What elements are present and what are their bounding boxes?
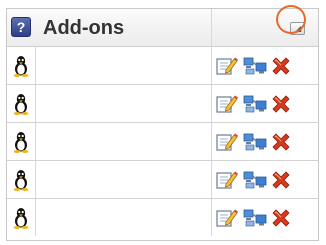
delete-icon[interactable]	[270, 131, 292, 153]
addon-name-cell	[36, 161, 211, 198]
delete-icon[interactable]	[270, 55, 292, 77]
network-icon[interactable]	[243, 170, 267, 190]
addons-panel: ? Add-ons ◢	[6, 8, 319, 241]
column-divider	[211, 9, 212, 47]
delete-icon[interactable]	[270, 93, 292, 115]
highlight-circle	[276, 5, 306, 34]
column-divider	[211, 85, 212, 122]
edit-icon[interactable]	[216, 208, 238, 228]
delete-icon[interactable]	[270, 169, 292, 191]
delete-icon[interactable]	[270, 207, 292, 229]
table-row	[7, 123, 318, 161]
network-icon[interactable]	[243, 132, 267, 152]
table-row	[7, 199, 318, 237]
column-divider	[211, 47, 212, 84]
linux-penguin-icon	[11, 131, 31, 153]
linux-penguin-icon	[11, 169, 31, 191]
addon-name-cell	[36, 47, 211, 84]
network-icon[interactable]	[243, 208, 267, 228]
edit-icon[interactable]	[216, 94, 238, 114]
addon-name-cell	[36, 123, 211, 160]
addon-name-cell	[36, 85, 211, 122]
help-icon[interactable]: ?	[11, 17, 31, 37]
column-divider	[211, 199, 212, 236]
linux-penguin-icon	[11, 93, 31, 115]
network-icon[interactable]	[243, 56, 267, 76]
table-row	[7, 47, 318, 85]
addon-name-cell	[36, 199, 211, 236]
column-divider	[211, 161, 212, 198]
network-icon[interactable]	[243, 94, 267, 114]
addons-header: ? Add-ons ◢	[7, 9, 318, 47]
linux-penguin-icon	[11, 55, 31, 77]
edit-icon[interactable]	[216, 56, 238, 76]
edit-icon[interactable]	[216, 132, 238, 152]
panel-title: Add-ons	[43, 17, 125, 39]
column-divider	[211, 123, 212, 160]
table-row	[7, 161, 318, 199]
linux-penguin-icon	[11, 207, 31, 229]
table-row	[7, 85, 318, 123]
edit-icon[interactable]	[216, 170, 238, 190]
